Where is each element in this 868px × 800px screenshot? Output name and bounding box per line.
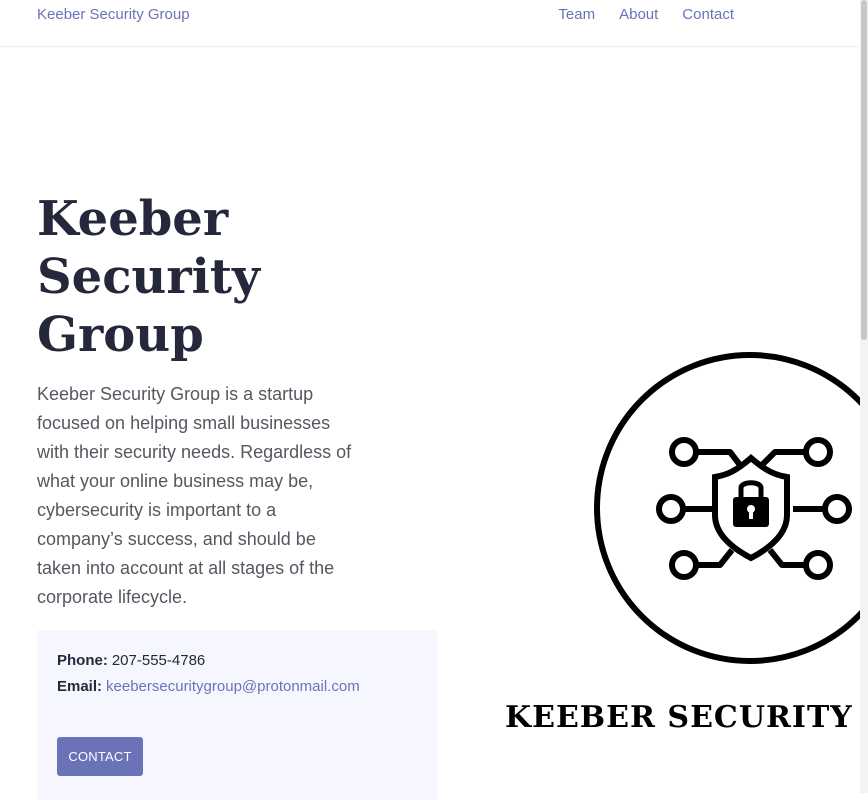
contact-button[interactable]: CONTACT	[57, 737, 143, 776]
shield-lock-circuit-icon	[594, 352, 860, 664]
scrollbar-thumb[interactable]	[861, 0, 867, 340]
page-scrollbar[interactable]	[860, 0, 868, 793]
logo-wordmark: KEEBER SECURITY	[505, 700, 853, 735]
nav-link-team[interactable]: Team	[558, 6, 595, 23]
nav-link-contact[interactable]: Contact	[682, 6, 734, 23]
nav-links: Team About Contact	[558, 6, 734, 23]
phone-label: Phone:	[57, 652, 108, 669]
hero-title-line: Keeber	[37, 191, 229, 247]
nav-link-about[interactable]: About	[619, 6, 658, 23]
hero-title-line: Security	[37, 249, 260, 305]
contact-card: Phone: 207-555-4786 Email: keebersecurityg…	[37, 630, 438, 800]
phone-line: Phone: 207-555-4786	[57, 652, 205, 669]
top-navigation: Keeber Security Group Team About Contact	[0, 0, 860, 47]
brand-link[interactable]: Keeber Security Group	[37, 6, 190, 23]
hero-title-line: Group	[37, 307, 204, 363]
hero-description: Keeber Security Group is a startup focus…	[37, 384, 352, 607]
hero-title: Keeber Security Group	[37, 190, 297, 364]
phone-number: 207-555-4786	[111, 652, 206, 669]
email-line: Email: keebersecuritygroup@protonmail.com	[57, 678, 360, 695]
email-label: Email:	[57, 678, 103, 695]
email-link[interactable]: keebersecuritygroup@protonmail.com	[106, 678, 360, 695]
